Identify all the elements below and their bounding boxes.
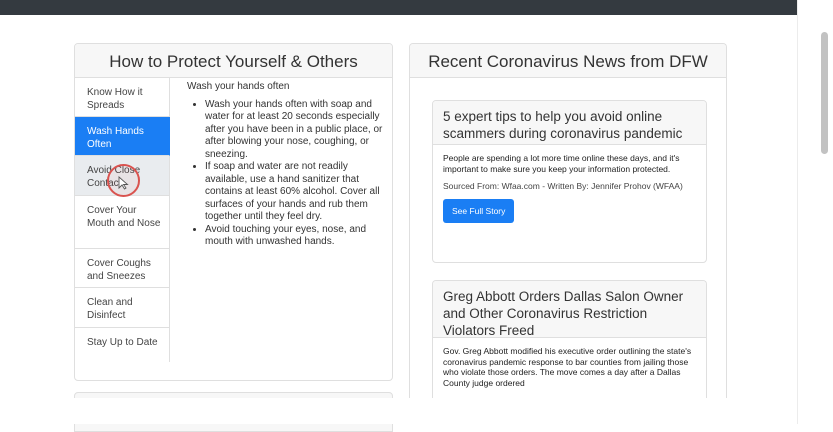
news-card: Recent Coronavirus News from DFW 5 exper… — [409, 43, 727, 424]
tab-stay-up-to-date[interactable]: Stay Up to Date — [75, 328, 170, 362]
news-card-title: Recent Coronavirus News from DFW — [410, 44, 726, 78]
news-source: Sourced From: Wfaa.com - Written By: Jen… — [443, 181, 683, 191]
bullet-item: If soap and water are not readily availa… — [205, 161, 387, 224]
news-summary: People are spending a lot more time onli… — [443, 153, 680, 174]
tab-clean-and-disinfect[interactable]: Clean and Disinfect — [75, 288, 170, 328]
tab-panel-wash-hands: Wash your hands often Wash your hands of… — [187, 81, 387, 249]
news-body: Gov. Greg Abbott modified his executive … — [433, 338, 706, 396]
news-body: People are spending a lot more time onli… — [433, 145, 706, 231]
tab-cover-coughs-and-sneezes[interactable]: Cover Coughs and Sneezes — [75, 249, 170, 288]
tab-panel-bullets: Wash your hands often with soap and wate… — [187, 99, 387, 249]
page-scrollbar[interactable] — [797, 0, 833, 424]
see-full-story-button[interactable]: See Full Story — [443, 199, 515, 223]
scrollbar-thumb[interactable] — [821, 32, 828, 154]
viewport-bottom-edge — [0, 398, 833, 424]
tab-avoid-close-contact[interactable]: Avoid Close Contact — [75, 156, 170, 196]
bullet-item: Wash your hands often with soap and wate… — [205, 99, 387, 162]
news-title: 5 expert tips to help you avoid online s… — [433, 101, 706, 145]
protect-card: How to Protect Yourself & Others Know Ho… — [74, 43, 393, 381]
tab-wash-hands-often[interactable]: Wash Hands Often — [75, 117, 170, 156]
scrollbar-track — [797, 0, 798, 424]
news-item: 5 expert tips to help you avoid online s… — [432, 100, 707, 263]
tab-cover-mouth-and-nose[interactable]: Cover Your Mouth and Nose — [75, 196, 170, 249]
news-summary: Gov. Greg Abbott modified his executive … — [443, 346, 692, 388]
news-title: Greg Abbott Orders Dallas Salon Owner an… — [433, 281, 706, 338]
top-navbar — [0, 0, 797, 15]
tab-know-how-it-spreads[interactable]: Know How it Spreads — [75, 78, 170, 117]
bullet-item: Avoid touching your eyes, nose, and mout… — [205, 224, 387, 249]
tab-panel-heading: Wash your hands often — [187, 81, 290, 92]
protect-card-title: How to Protect Yourself & Others — [75, 44, 392, 78]
protect-tab-list: Know How it Spreads Wash Hands Often Avo… — [75, 78, 170, 362]
